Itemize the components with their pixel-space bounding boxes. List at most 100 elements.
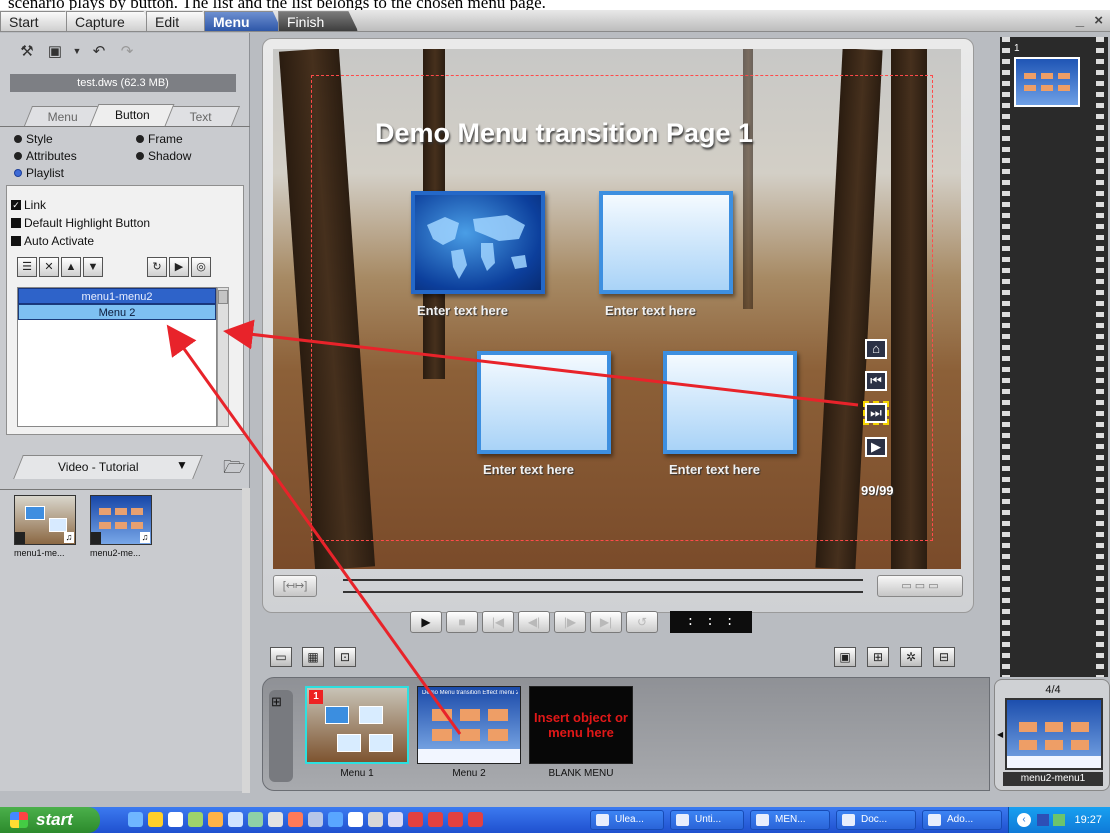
link-list[interactable]: menu1-menu2 Menu 2 [17, 287, 217, 427]
tab-start[interactable]: Start [0, 11, 74, 31]
tab-capture[interactable]: Capture [66, 11, 154, 31]
settings-icon[interactable]: ✲ [900, 647, 922, 667]
quick-launch-icon[interactable] [268, 812, 283, 827]
redo-icon[interactable]: ↷ [116, 41, 138, 61]
quick-launch-icon[interactable] [188, 812, 203, 827]
library-item[interactable]: ♫ menu2-me... [90, 495, 160, 558]
previous-page-icon[interactable]: ⏮ [865, 371, 887, 391]
film-frame-thumbnail[interactable] [1014, 57, 1080, 107]
menu-button-label[interactable]: Enter text here [669, 462, 760, 477]
volume-icon[interactable] [1053, 814, 1065, 826]
previous-frame-button[interactable]: ◀| [518, 611, 550, 633]
taskbar-item[interactable]: MEN... [750, 810, 830, 830]
quick-launch-icon[interactable] [348, 812, 363, 827]
clock[interactable]: 19:27 [1074, 814, 1102, 826]
move-down-icon[interactable]: ▼ [83, 257, 103, 277]
option-attributes[interactable]: Attributes [14, 149, 77, 163]
blank-menu-slot[interactable]: Insert object or menu here [529, 686, 633, 764]
quick-launch-icon[interactable] [288, 812, 303, 827]
menu-button-label[interactable]: Enter text here [605, 303, 696, 318]
menu-button-label[interactable]: Enter text here [483, 462, 574, 477]
taskbar-item[interactable]: Unti... [670, 810, 744, 830]
list-edit-icon[interactable]: ☰ [17, 257, 37, 277]
move-up-icon[interactable]: ▲ [61, 257, 81, 277]
dropdown-arrow-icon[interactable]: ▼ [176, 458, 188, 472]
tab-menu[interactable]: Menu [204, 11, 282, 31]
loop-button[interactable]: ↺ [626, 611, 658, 633]
timeline-track[interactable] [343, 579, 863, 593]
start-button[interactable]: start [0, 807, 100, 833]
quick-launch-icon[interactable] [368, 812, 383, 827]
list-item[interactable]: menu1-menu2 [18, 288, 216, 304]
menu-button-2[interactable] [599, 191, 733, 294]
timecode-display[interactable]: : : : [670, 611, 752, 633]
menu-button-3[interactable] [477, 351, 611, 454]
home-icon[interactable]: ⌂ [865, 339, 887, 359]
auto-activate-checkbox[interactable]: Auto Activate [11, 234, 94, 248]
link-list-scrollbar[interactable] [217, 287, 229, 427]
go-to-icon[interactable]: ↻ [147, 257, 167, 277]
menu-button-world-map[interactable] [411, 191, 545, 294]
menu-thumbnail-2[interactable]: Demo Menu transition Effect menu 2 [417, 686, 521, 764]
tab-finish[interactable]: Finish [278, 11, 358, 31]
menu-title[interactable]: Demo Menu transition Page 1 [375, 118, 753, 149]
stop-button[interactable]: ■ [446, 611, 478, 633]
subtab-text[interactable]: Text [161, 106, 241, 126]
quick-launch-icon[interactable] [228, 812, 243, 827]
trim-icon[interactable]: [↤↦] [273, 575, 317, 597]
quick-launch-icon[interactable] [468, 812, 483, 827]
tools-icon[interactable]: ⚒ [16, 41, 38, 61]
quick-launch-icon[interactable] [428, 812, 443, 827]
play-button[interactable]: ▶ [410, 611, 442, 633]
window-controls[interactable]: _ × [1076, 12, 1106, 29]
menu-properties-icon[interactable]: ▣ [834, 647, 856, 667]
link-checkbox[interactable]: ✓ Link [11, 198, 46, 212]
play-icon[interactable]: ▶ [865, 437, 887, 457]
list-item[interactable]: Menu 2 [18, 304, 216, 320]
taskbar-item[interactable]: Ulea... [590, 810, 664, 830]
tab-edit[interactable]: Edit [146, 11, 210, 31]
play-icon[interactable]: ▶ [169, 257, 189, 277]
linked-menu-thumbnail[interactable] [1005, 698, 1103, 770]
add-menu-icon[interactable]: ⊞ [867, 647, 889, 667]
menu-preview-canvas[interactable]: Demo Menu transition Page 1 Enter text h… [273, 49, 961, 569]
grid-icon[interactable]: ⊞ [271, 694, 282, 710]
open-folder-icon[interactable]: 🗁 [223, 455, 245, 485]
next-page-icon[interactable]: ⏭ [863, 401, 889, 425]
taskbar-item[interactable]: Doc... [836, 810, 916, 830]
subtab-button[interactable]: Button [89, 104, 175, 126]
dropdown-arrow-icon[interactable]: ▼ [72, 41, 82, 61]
taskbar-item[interactable]: Ado... [922, 810, 1002, 830]
library-item[interactable]: ♫ menu1-me... [14, 495, 84, 558]
quick-launch-icon[interactable] [148, 812, 163, 827]
preview-mode-icons[interactable]: ▭ ▭ ▭ [877, 575, 963, 597]
library-scrollbar[interactable] [242, 488, 250, 793]
grid-view-icon[interactable]: ▦ [302, 647, 324, 667]
first-frame-button[interactable]: |◀ [482, 611, 514, 633]
option-frame[interactable]: Frame [136, 132, 183, 146]
save-icon[interactable]: ▣ [44, 41, 66, 61]
menu-button-4[interactable] [663, 351, 797, 454]
option-playlist[interactable]: Playlist [14, 166, 64, 180]
option-style[interactable]: Style [14, 132, 53, 146]
refresh-icon[interactable]: ◎ [191, 257, 211, 277]
single-view-icon[interactable]: ▭ [270, 647, 292, 667]
quick-launch-icon[interactable] [308, 812, 323, 827]
scrollbar-thumb[interactable] [218, 290, 228, 304]
quick-launch-icon[interactable] [128, 812, 143, 827]
undo-icon[interactable]: ↶ [88, 41, 110, 61]
menu-thumbnail-1[interactable]: 1 [305, 686, 409, 764]
default-highlight-checkbox[interactable]: Default Highlight Button [11, 216, 150, 230]
last-frame-button[interactable]: ▶| [590, 611, 622, 633]
next-frame-button[interactable]: |▶ [554, 611, 586, 633]
quick-launch-icon[interactable] [388, 812, 403, 827]
list-delete-icon[interactable]: ✕ [39, 257, 59, 277]
quick-launch-icon[interactable] [448, 812, 463, 827]
menu-button-label[interactable]: Enter text here [417, 303, 508, 318]
quick-launch-icon[interactable] [168, 812, 183, 827]
safe-zone-icon[interactable]: ⊡ [334, 647, 356, 667]
quick-launch-icon[interactable] [408, 812, 423, 827]
chevron-left-icon[interactable]: ‹ [1017, 813, 1031, 827]
option-shadow[interactable]: Shadow [136, 149, 191, 163]
scroll-left-icon[interactable]: ◀ [997, 730, 1003, 739]
